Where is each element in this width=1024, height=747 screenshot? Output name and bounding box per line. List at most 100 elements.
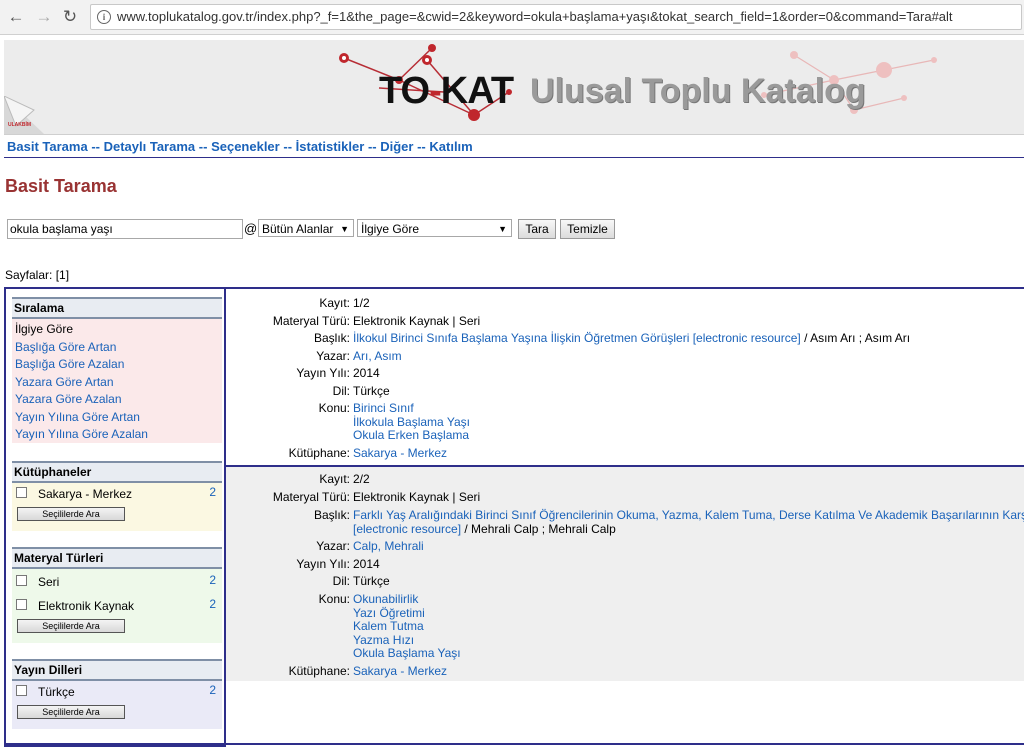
record-title-link[interactable]: Farklı Yaş Aralığındaki Birinci Sınıf Öğ… <box>353 508 1024 523</box>
library-checkbox[interactable] <box>16 487 27 498</box>
subject-link[interactable]: Yazı Öğretimi <box>353 606 461 621</box>
ulusal-toplu-katalog-logo: Ulusal Toplu Katalog <box>530 72 866 110</box>
dropdown-arrow-icon: ▼ <box>498 224 507 234</box>
results-list: Kayıt: 1/2 Materyal Türü: Elektronik Kayna… <box>226 287 1024 745</box>
menu-diger[interactable]: Diğer <box>380 139 413 154</box>
material-type-value: Elektronik Kaynak | Seri <box>353 314 481 328</box>
tokat-logo: TO-KAT <box>379 70 514 112</box>
subject-link[interactable]: Birinci Sınıf <box>353 401 470 416</box>
subject-link[interactable]: Okula Başlama Yaşı <box>353 646 461 661</box>
pagination-label: Sayfalar: <box>5 268 53 282</box>
subject-link[interactable]: Kalem Tutma <box>353 619 461 634</box>
ulakbim-logo-text: ULAKBİM <box>8 122 32 128</box>
languages-panel-title: Yayın Dilleri <box>12 659 222 681</box>
sort-order-select[interactable]: İlgiye Göre ▼ <box>357 219 512 237</box>
browser-toolbar: ← → ↻ i www.toplukatalog.gov.tr/index.ph… <box>0 0 1024 35</box>
library-count: 2 <box>209 485 216 499</box>
subject-link[interactable]: Okula Erken Başlama <box>353 428 470 443</box>
sort-title-asc[interactable]: Başlığa Göre Artan <box>12 339 222 357</box>
subject-label: Konu: <box>318 401 350 415</box>
at-sign: @ <box>244 221 258 236</box>
sort-order-value: İlgiye Göre <box>361 222 420 236</box>
author-link[interactable]: Arı, Asım <box>353 349 402 363</box>
record-number: 2/2 <box>353 472 370 486</box>
subject-link[interactable]: Okunabilirlik <box>353 592 461 607</box>
back-arrow-icon[interactable]: ← <box>6 7 26 27</box>
material-type-value: Elektronik Kaynak | Seri <box>353 490 481 504</box>
sort-year-desc[interactable]: Yayın Yılına Göre Azalan <box>12 426 222 444</box>
libraries-panel: Kütüphaneler Sakarya - Merkez 2 Seçilile… <box>12 461 222 531</box>
reload-icon[interactable]: ↻ <box>60 7 80 27</box>
search-field-select[interactable]: Bütün Alanlar ▼ <box>258 219 354 237</box>
sort-active-relevance: İlgiye Göre <box>15 322 74 336</box>
material-count: 2 <box>209 597 216 611</box>
subject-label: Konu: <box>318 592 350 606</box>
libraries-panel-title: Kütüphaneler <box>12 461 222 483</box>
material-count: 2 <box>209 573 216 587</box>
dropdown-arrow-icon: ▼ <box>340 224 349 234</box>
menu-secenekler[interactable]: Seçenekler <box>211 139 280 154</box>
material-checkbox[interactable] <box>16 575 27 586</box>
language-count: 2 <box>209 683 216 697</box>
title-label: Başlık: <box>313 508 350 522</box>
library-filter-search-button[interactable]: Seçililerde Ara <box>17 507 125 521</box>
page-title: Basit Tarama <box>5 176 117 196</box>
record-title-link-continued[interactable]: [electronic resource] <box>353 522 461 536</box>
material-filter-row: Elektronik Kaynak 2 <box>12 595 222 619</box>
year-value: 2014 <box>353 366 380 380</box>
menu-separator: -- <box>367 139 377 154</box>
menu-istatistikler[interactable]: İstatistikler <box>296 139 365 154</box>
material-checkbox[interactable] <box>16 599 27 610</box>
material-type-label: Materyal Türü: <box>272 314 350 328</box>
sort-title-desc[interactable]: Başlığa Göre Azalan <box>12 356 222 374</box>
menu-separator: -- <box>198 139 208 154</box>
page-link-1[interactable]: [1] <box>56 268 69 282</box>
menu-detayli-tarama[interactable]: Detaylı Tarama <box>104 139 196 154</box>
library-link[interactable]: Sakarya - Merkez <box>353 664 447 678</box>
library-link[interactable]: Sakarya - Merkez <box>353 446 447 460</box>
sort-year-asc[interactable]: Yayın Yılına Göre Artan <box>12 409 222 427</box>
language-filter-search-button[interactable]: Seçililerde Ara <box>17 705 125 719</box>
library-label: Sakarya - Merkez <box>38 487 133 501</box>
search-button[interactable]: Tara <box>518 219 556 239</box>
sort-author-desc[interactable]: Yazara Göre Azalan <box>12 391 222 409</box>
sort-author-asc[interactable]: Yazara Göre Artan <box>12 374 222 392</box>
sorting-panel-title: Sıralama <box>12 297 222 319</box>
result-record: Kayıt: 2/2 Materyal Türü: Elektronik Kayna… <box>226 467 1024 681</box>
pagination: Sayfalar: [1] <box>5 268 69 282</box>
record-title-rest: / Asım Arı ; Asım Arı <box>800 331 911 345</box>
menu-katilim[interactable]: Katılım <box>429 139 472 154</box>
material-label: Seri <box>38 575 60 589</box>
material-filter-search-button[interactable]: Seçililerde Ara <box>17 619 125 633</box>
language-checkbox[interactable] <box>16 685 27 696</box>
record-title-link[interactable]: İlkokul Birinci Sınıfa Başlama Yaşına İl… <box>353 331 801 345</box>
record-label: Kayıt: <box>319 472 350 486</box>
languages-panel: Yayın Dilleri Türkçe 2 Seçililerde Ara <box>12 659 222 729</box>
record-number: 1/2 <box>353 296 370 310</box>
author-label: Yazar: <box>316 539 350 553</box>
main-menu: Basit Tarama -- Detaylı Tarama -- Seçene… <box>4 136 1024 158</box>
subject-link[interactable]: İlkokula Başlama Yaşı <box>353 415 470 430</box>
library-filter-row: Sakarya - Merkez 2 <box>12 483 222 507</box>
language-filter-row: Türkçe 2 <box>12 681 222 705</box>
language-label: Dil: <box>332 384 350 398</box>
bottom-border <box>4 743 1024 745</box>
clear-button[interactable]: Temizle <box>560 219 615 239</box>
address-bar[interactable]: i www.toplukatalog.gov.tr/index.php?_f=1… <box>90 4 1022 30</box>
language-value: Türkçe <box>353 574 390 588</box>
language-label: Dil: <box>332 574 350 588</box>
library-label: Kütüphane: <box>288 446 350 460</box>
search-field-value: Bütün Alanlar <box>262 222 334 236</box>
search-input[interactable] <box>7 219 243 239</box>
info-icon[interactable]: i <box>97 10 111 24</box>
material-type-label: Materyal Türü: <box>272 490 350 504</box>
forward-arrow-icon[interactable]: → <box>34 7 54 27</box>
material-label: Elektronik Kaynak <box>38 599 135 613</box>
ulakbim-logo <box>4 96 44 134</box>
material-filter-row: Seri 2 <box>12 571 222 595</box>
language-value: Türkçe <box>353 384 390 398</box>
author-link[interactable]: Calp, Mehrali <box>353 539 424 553</box>
subject-link[interactable]: Yazma Hızı <box>353 633 461 648</box>
menu-separator: -- <box>91 139 100 154</box>
menu-basit-tarama[interactable]: Basit Tarama <box>7 139 88 154</box>
